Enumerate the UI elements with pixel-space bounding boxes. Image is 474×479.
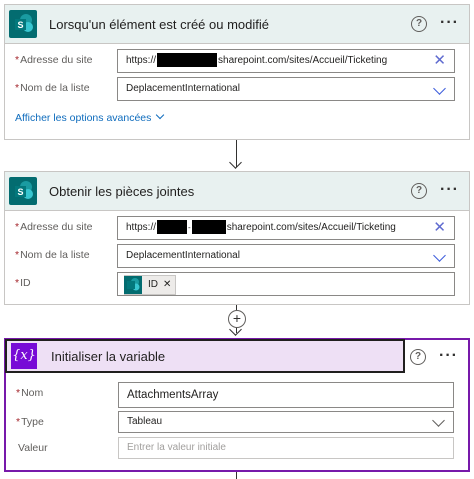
clear-icon[interactable]: ✕	[433, 217, 446, 239]
list-name-value: DeplacementInternational	[126, 250, 240, 261]
get-attachments-card-header[interactable]: S Obtenir les pièces jointes ? ···	[5, 172, 469, 211]
get-attachments-card: S Obtenir les pièces jointes ? ··· *Adre…	[4, 171, 470, 305]
more-options-icon[interactable]: ···	[439, 347, 458, 365]
variable-icon: {x}	[11, 343, 37, 369]
token-label: ID	[148, 279, 158, 290]
list-name-dropdown[interactable]: DeplacementInternational	[117, 77, 455, 101]
variable-name-row: *Nom AttachmentsArray	[6, 382, 468, 408]
variable-type-row: *Type Tableau	[6, 411, 468, 435]
variable-value-input[interactable]: Entrer la valeur initiale	[118, 437, 454, 459]
list-name-label: *Nom de la liste	[15, 82, 90, 94]
site-address-label: *Adresse du site	[15, 221, 93, 233]
list-name-dropdown[interactable]: DeplacementInternational	[117, 244, 455, 268]
help-icon[interactable]: ?	[411, 183, 427, 199]
site-address-field[interactable]: https:// sharepoint.com/sites/Accueil/Tic…	[117, 49, 455, 73]
initialize-variable-card-header[interactable]: {x} Initialiser la variable	[5, 339, 405, 373]
variable-name-value: AttachmentsArray	[127, 389, 219, 401]
initialize-variable-card-title: Initialiser la variable	[51, 348, 166, 364]
help-icon[interactable]: ?	[410, 349, 426, 365]
chevron-down-icon[interactable]	[433, 249, 446, 262]
variable-name-label: *Nom	[16, 387, 44, 399]
connector-line	[236, 472, 237, 479]
svg-text:S: S	[17, 20, 23, 30]
site-address-row: *Adresse du site https:// - sharepoint.com…	[5, 216, 469, 240]
initialize-variable-card: {x} Initialiser la variable ? ··· *Nom A…	[4, 338, 470, 472]
variable-name-input[interactable]: AttachmentsArray	[118, 382, 454, 408]
variable-type-value: Tableau	[127, 416, 163, 427]
help-icon[interactable]: ?	[411, 16, 427, 32]
arrow-down-icon	[229, 156, 242, 169]
site-url-suffix: sharepoint.com/sites/Accueil/Ticketing	[218, 55, 388, 66]
clear-icon[interactable]: ✕	[433, 50, 446, 72]
redacted-block	[157, 53, 218, 68]
more-options-icon[interactable]: ···	[440, 181, 459, 199]
id-field[interactable]: ID ✕	[117, 272, 455, 296]
trigger-card-title: Lorsqu'un élément est créé ou modifié	[49, 16, 269, 32]
show-advanced-options-link[interactable]: Afficher les options avancées	[15, 110, 165, 124]
site-url-prefix: https://	[126, 55, 157, 66]
chevron-down-icon[interactable]	[432, 414, 445, 427]
site-address-field[interactable]: https:// - sharepoint.com/sites/Accueil/Ti…	[117, 216, 455, 240]
variable-type-dropdown[interactable]: Tableau	[118, 411, 454, 433]
list-name-row: *Nom de la liste DeplacementInternationa…	[5, 244, 469, 268]
redacted-block	[157, 220, 188, 235]
variable-value-label: Valeur	[18, 442, 48, 454]
site-address-label: *Adresse du site	[15, 54, 93, 66]
site-address-row: *Adresse du site https:// sharepoint.com/…	[5, 49, 469, 73]
trigger-card-header[interactable]: S Lorsqu'un élément est créé ou modifié …	[5, 5, 469, 44]
variable-value-row: Valeur Entrer la valeur initiale	[6, 437, 468, 461]
variable-value-placeholder: Entrer la valeur initiale	[127, 442, 226, 453]
show-advanced-options-label: Afficher les options avancées	[15, 112, 152, 124]
sharepoint-icon	[124, 276, 142, 294]
dynamic-content-token[interactable]: ID ✕	[124, 274, 177, 296]
list-name-row: *Nom de la liste DeplacementInternationa…	[5, 77, 469, 101]
redacted-block	[191, 220, 226, 235]
svg-text:S: S	[17, 187, 23, 197]
remove-token-icon[interactable]: ✕	[163, 274, 171, 296]
id-row: *ID ID ✕	[5, 272, 469, 296]
site-url-mid: -	[188, 223, 191, 232]
id-label: *ID	[15, 277, 31, 289]
chevron-down-icon[interactable]	[433, 82, 446, 95]
chevron-down-icon	[156, 110, 165, 120]
variable-type-label: *Type	[16, 416, 44, 428]
more-options-icon[interactable]: ···	[440, 14, 459, 32]
trigger-card: S Lorsqu'un élément est créé ou modifié …	[4, 4, 470, 140]
list-name-label: *Nom de la liste	[15, 249, 90, 261]
sharepoint-icon: S	[9, 177, 37, 205]
site-url-prefix: https://	[126, 222, 157, 233]
list-name-value: DeplacementInternational	[126, 83, 240, 94]
sharepoint-icon: S	[9, 10, 37, 38]
get-attachments-card-title: Obtenir les pièces jointes	[49, 183, 195, 199]
site-url-suffix: sharepoint.com/sites/Accueil/Ticketing	[226, 222, 396, 233]
